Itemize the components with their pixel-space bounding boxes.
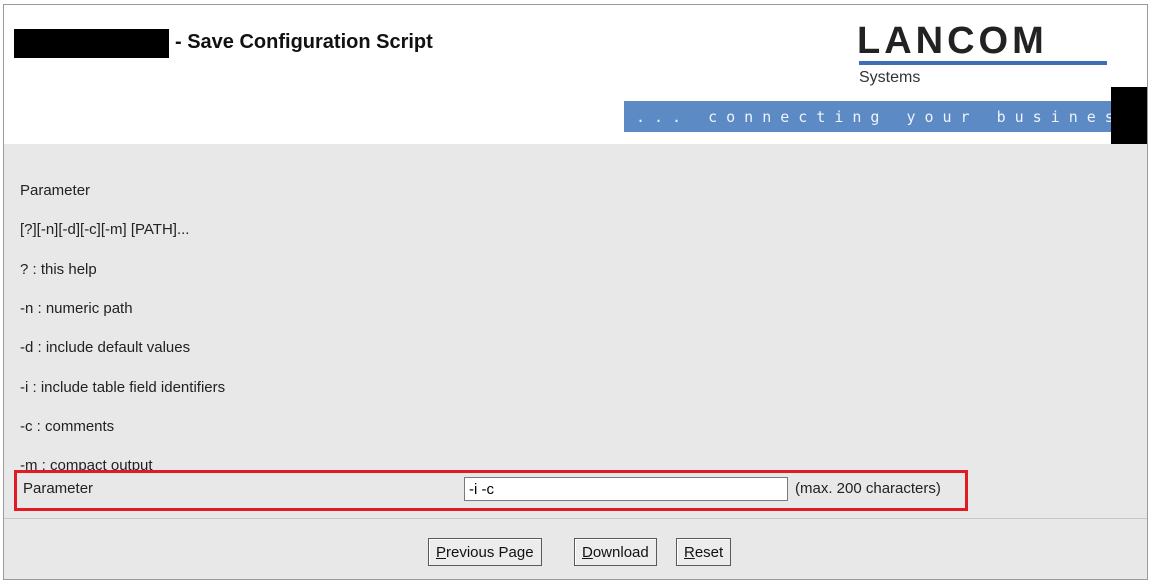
page-frame: - Save Configuration Script LANCOM Syste… [3, 4, 1148, 580]
help-option-help: ? : this help [20, 261, 97, 278]
tagline-end-block [1111, 87, 1147, 145]
parameter-hint: (max. 200 characters) [795, 480, 941, 497]
page-header: - Save Configuration Script LANCOM Syste… [4, 5, 1147, 145]
logo-underline [859, 61, 1107, 65]
parameter-input[interactable] [464, 477, 788, 501]
logo-subtitle: Systems [859, 69, 921, 86]
help-heading: Parameter [20, 182, 91, 199]
lancom-logo: LANCOM [857, 20, 1048, 62]
download-label: ownload [592, 543, 649, 561]
help-option-default: -d : include default values [20, 339, 191, 356]
redacted-device-name [14, 29, 169, 58]
reset-button[interactable]: Reset [676, 538, 732, 566]
form-divider [4, 518, 1147, 519]
previous-page-label: revious Page [446, 543, 534, 561]
reset-accel: R [684, 543, 695, 561]
previous-page-button[interactable]: Previous Page [428, 538, 542, 566]
download-accel: D [582, 543, 593, 561]
content-area: Parameter [?][-n][-d][-c][-m] [PATH]... … [4, 144, 1147, 579]
parameter-row-highlight: Parameter (max. 200 characters) [14, 470, 968, 511]
help-syntax: [?][-n][-d][-c][-m] [PATH]... [20, 221, 190, 238]
tagline-text: ... connecting your business [636, 108, 1141, 126]
download-button[interactable]: Download [574, 538, 657, 566]
tagline-banner: ... connecting your business [624, 101, 1147, 132]
help-option-identifiers: -i : include table field identifiers [20, 379, 226, 396]
help-option-comments: -c : comments [20, 418, 115, 435]
previous-page-accel: P [436, 543, 447, 561]
parameter-label: Parameter [23, 480, 94, 497]
reset-label: eset [694, 543, 724, 561]
page-title: - Save Configuration Script [175, 31, 433, 53]
help-option-numeric: -n : numeric path [20, 300, 133, 317]
